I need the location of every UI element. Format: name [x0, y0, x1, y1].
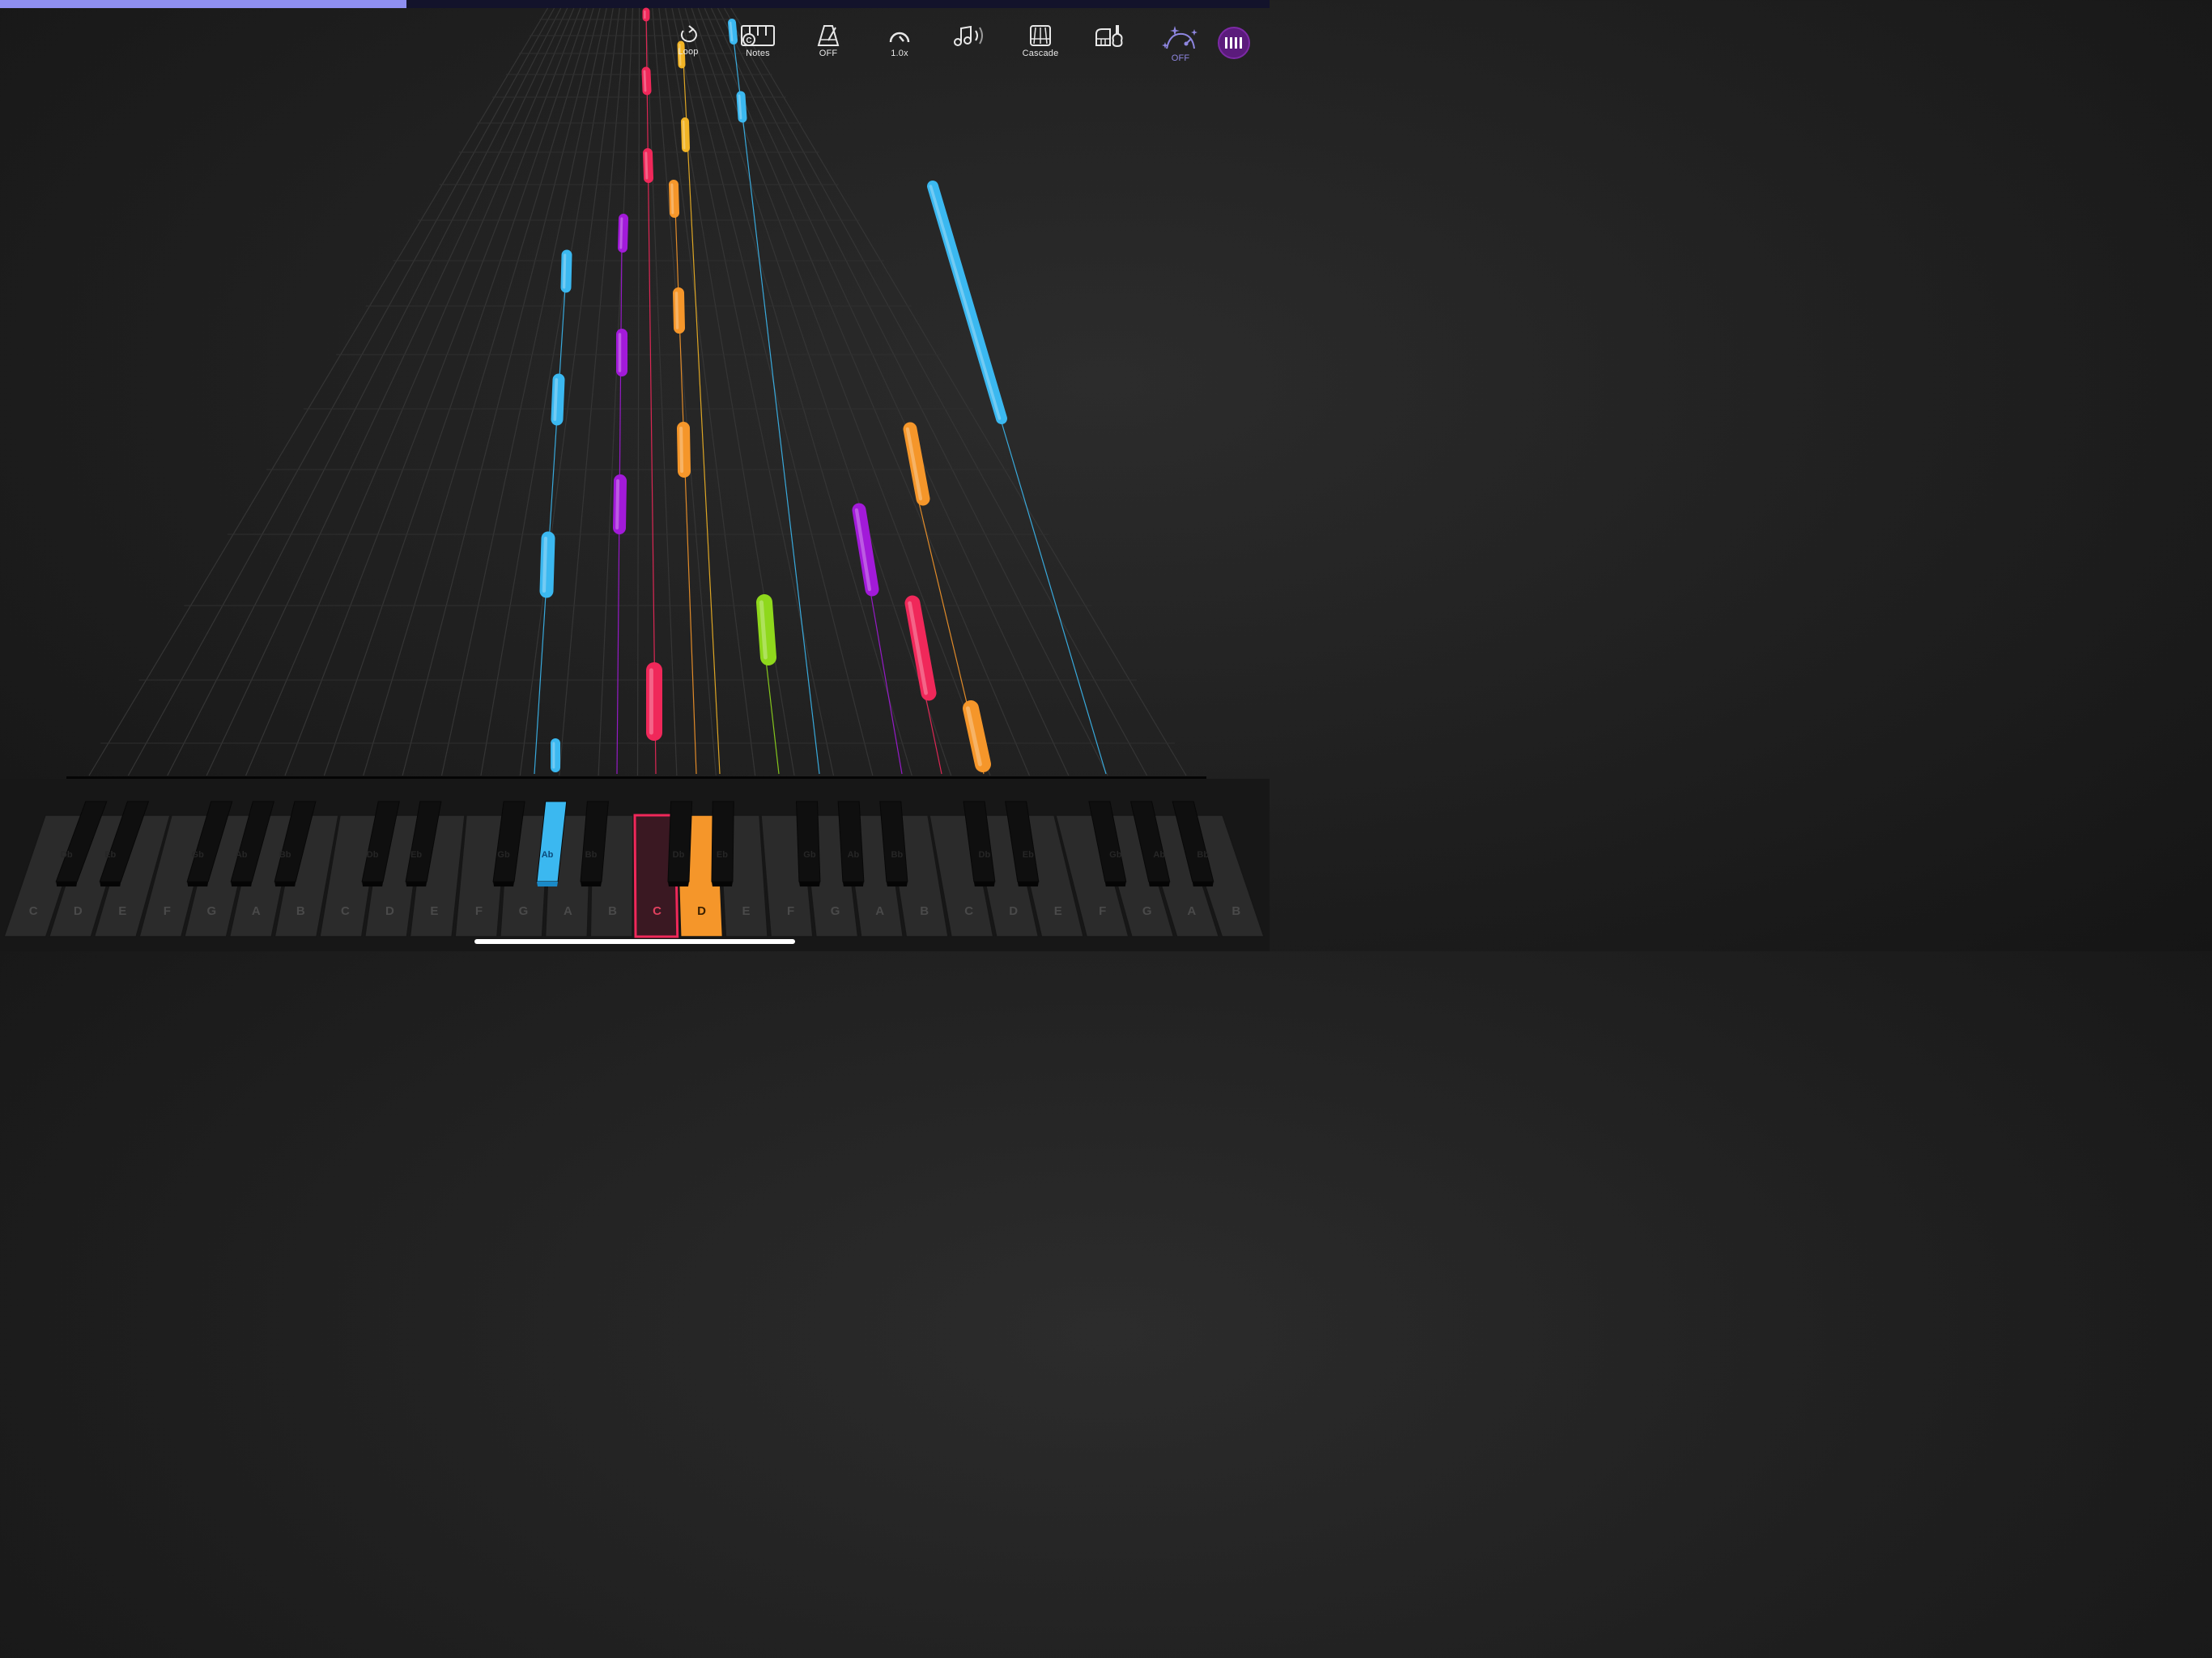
white-key-label: F: [787, 904, 794, 918]
home-indicator[interactable]: [474, 939, 795, 944]
white-key-label: A: [564, 904, 572, 918]
black-key-label: Bb: [585, 850, 598, 860]
cascade-icon: [1030, 25, 1051, 46]
white-key-label: D: [697, 904, 706, 918]
white-key-label: C: [29, 904, 38, 918]
note-bar: [677, 422, 691, 478]
metronome-button[interactable]: OFF: [796, 18, 861, 58]
sound-button[interactable]: [938, 18, 1002, 49]
white-key-label: A: [1187, 904, 1196, 918]
black-key-Eb[interactable]: Eb: [711, 801, 734, 886]
loop-icon: [680, 25, 697, 43]
white-key-label: B: [1231, 904, 1240, 918]
black-key-label: Db: [673, 850, 685, 860]
speed-button[interactable]: 1.0x: [867, 18, 932, 58]
black-key-label: Gb: [192, 850, 205, 860]
piano-keyboard[interactable]: C D E F G A B C D E F G A B C D E F G A B C D E F G A B Db Eb Gb Ab Bb Db…: [0, 779, 1270, 951]
speed-dial-icon: [889, 32, 910, 43]
white-key-label: D: [385, 904, 394, 918]
notes-icon: C: [741, 25, 775, 46]
white-key-label: A: [875, 904, 884, 918]
black-key-label: Gb: [497, 850, 510, 860]
toolbar: Loop C Notes OFF 1.0x Cascade OFF: [0, 18, 1270, 74]
white-key-label: E: [1054, 904, 1062, 918]
note-bar: [852, 503, 879, 597]
white-key-label: D: [1009, 904, 1018, 918]
keyboard-toggle-button[interactable]: [1218, 27, 1250, 59]
black-key-label: Gb: [1109, 850, 1122, 860]
white-key-label: B: [296, 904, 305, 918]
note-bar: [613, 474, 627, 534]
white-key-label: E: [742, 904, 751, 918]
black-key-label: Eb: [1023, 850, 1034, 860]
black-key-label: Eb: [410, 850, 422, 860]
instrument-button[interactable]: [1078, 18, 1142, 49]
black-key-label: Ab: [542, 850, 554, 860]
note-bar: [673, 287, 685, 334]
effects-button[interactable]: OFF: [1148, 18, 1213, 63]
keyboard-icon: [1225, 37, 1242, 49]
white-key-label: G: [831, 904, 840, 918]
black-key-label: Db: [367, 850, 379, 860]
metronome-label: OFF: [819, 49, 838, 58]
white-key-label: B: [608, 904, 617, 918]
cascade-button[interactable]: Cascade: [1008, 18, 1073, 58]
notes-badge: C: [746, 36, 751, 45]
white-key-label: E: [118, 904, 126, 918]
black-key-label: Gb: [803, 850, 816, 860]
white-key-label: C: [964, 904, 973, 918]
black-key-Gb[interactable]: Gb: [795, 801, 821, 886]
black-key-label: Bb: [1197, 850, 1209, 860]
black-key-Db[interactable]: Db: [667, 801, 693, 886]
notes-label: Notes: [746, 49, 770, 58]
white-key-label: E: [430, 904, 438, 918]
white-key-label: F: [475, 904, 483, 918]
black-key-label: Eb: [717, 850, 728, 860]
notes-button[interactable]: C Notes: [725, 18, 790, 58]
white-key-label: C: [653, 904, 661, 918]
black-key-label: Bb: [279, 850, 291, 860]
black-key-label: Eb: [104, 850, 116, 860]
cascade-label: Cascade: [1022, 49, 1059, 58]
white-key-label: G: [519, 904, 529, 918]
black-key-label: Db: [979, 850, 991, 860]
sound-icon: [954, 25, 983, 46]
white-key-label: C: [341, 904, 350, 918]
instrument-icon: [1095, 25, 1123, 48]
white-key-label: G: [206, 904, 216, 918]
effects-icon: [1162, 26, 1197, 49]
white-key-label: F: [164, 904, 171, 918]
black-key-Ab[interactable]: Ab: [837, 801, 865, 886]
black-key-label: Ab: [848, 850, 860, 860]
white-key-label: B: [920, 904, 929, 918]
loop-button[interactable]: Loop: [656, 18, 721, 57]
loop-label: Loop: [678, 47, 699, 57]
white-key-label: F: [1099, 904, 1106, 918]
white-key-label: G: [1142, 904, 1152, 918]
speed-label: 1.0x: [891, 49, 908, 58]
black-key-label: Ab: [1153, 850, 1165, 860]
effects-label: OFF: [1171, 53, 1190, 63]
note-bar: [560, 249, 572, 293]
metronome-icon: [817, 25, 840, 46]
black-key-label: Db: [61, 850, 73, 860]
white-key-label: A: [252, 904, 261, 918]
note-highway: [66, 7, 1206, 779]
falling-notes: [539, 7, 1007, 772]
white-key-label: D: [74, 904, 83, 918]
note-bar: [927, 181, 1007, 424]
note-bar: [904, 595, 937, 701]
black-key-label: Ab: [236, 850, 248, 860]
note-bar: [903, 422, 930, 506]
black-key-label: Bb: [891, 850, 904, 860]
